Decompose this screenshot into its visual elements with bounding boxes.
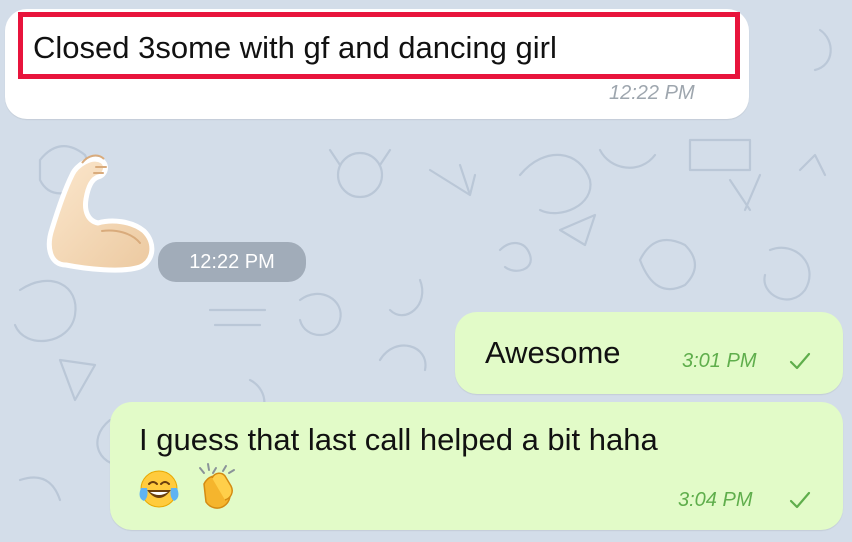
clapping-hands-icon <box>199 463 235 509</box>
message-text: Awesome <box>485 335 621 370</box>
single-check-icon <box>789 352 811 370</box>
message-text: I guess that last call helped a bit haha <box>139 422 658 457</box>
face-with-tears-of-joy-icon <box>139 470 179 508</box>
sticker-timestamp: 12:22 PM <box>158 242 306 282</box>
sticker-time-text: 12:22 PM <box>189 251 275 273</box>
highlight-annotation <box>18 12 740 79</box>
outgoing-message-bubble[interactable]: Awesome 3:01 PM <box>455 312 843 394</box>
message-timestamp: 12:22 PM <box>609 82 695 104</box>
single-check-icon <box>789 491 811 509</box>
flexed-biceps-icon <box>46 154 155 273</box>
message-timestamp: 3:04 PM <box>678 489 753 511</box>
message-timestamp: 3:01 PM <box>682 350 757 372</box>
